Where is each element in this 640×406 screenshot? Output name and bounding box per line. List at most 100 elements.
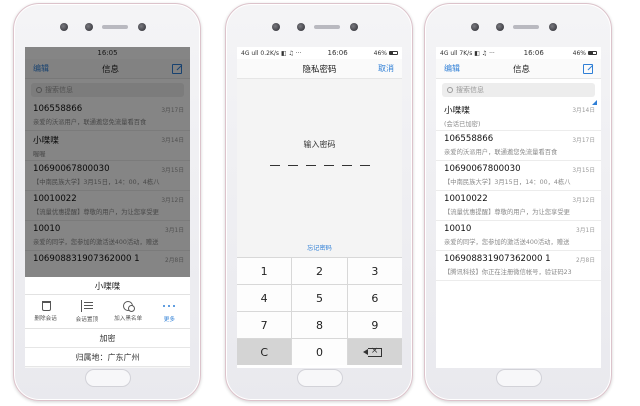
pin-slot (305, 165, 316, 166)
status-network: 4G ull 0.2K/s ◧ ♫ ··· (241, 49, 302, 57)
key-4[interactable]: 4 (237, 285, 292, 311)
action-label: 更多 (163, 317, 175, 323)
message-preview: 【腾讯科技】你正在注册微信帐号，验证码23 (444, 269, 572, 276)
status-battery: 46% (572, 49, 586, 57)
backspace-icon (362, 346, 382, 357)
phone-right: 4G ull 7K/s ◧ ♫ ··· 16:06 46% 编辑 信息 搜索信息… (424, 3, 612, 401)
list-item[interactable]: 10690067800030 【中南民族大学】3月15日，14：00，4栋八 3… (436, 161, 601, 191)
message-date: 3月15日 (572, 168, 595, 174)
blacklist-icon (123, 301, 136, 312)
key-clear[interactable]: C (237, 339, 292, 365)
edit-button[interactable]: 编辑 (444, 63, 460, 74)
screen-messages: 4G ull 7K/s ◧ ♫ ··· 16:06 46% 编辑 信息 搜索信息… (436, 47, 601, 368)
cancel-button[interactable]: 取消 (378, 63, 394, 74)
status-time: 16:06 (523, 49, 544, 57)
message-date: 3月12日 (572, 198, 595, 204)
action-sheet: 小喋喋 删除会话 会话置顶 加入黑名单 更多 加密 归属地：广东广州 (25, 277, 190, 368)
key-8[interactable]: 8 (292, 312, 347, 338)
phone-middle: 4G ull 0.2K/s ◧ ♫ ··· 16:06 46% 隐私密码 取消 … (225, 3, 413, 401)
message-sender: 10010022 (444, 194, 488, 204)
sensor-icon (350, 23, 358, 31)
status-battery: 46% (373, 49, 387, 57)
nav-bar: 隐私密码 取消 (237, 59, 402, 79)
message-list: 小喋喋 (会话已加密) 3月14日 106558866 亲爱的沃派用户，联通邀您… (436, 100, 601, 281)
status-network: 4G ull 7K/s ◧ ♫ ··· (440, 49, 495, 57)
pin-entry-area: 输入密码 忘记密码 (237, 79, 402, 257)
add-blacklist-button[interactable]: 加入黑名单 (108, 301, 148, 322)
pin-prompt: 输入密码 (303, 140, 336, 149)
location-info: 归属地：广东广州 (25, 348, 190, 367)
status-time: 16:06 (327, 49, 348, 57)
pin-slot (287, 165, 298, 166)
list-item[interactable]: 10010022 【流量优惠提醒】尊敬的用户，为让您享受更 3月12日 (436, 191, 601, 221)
sensor-icon (60, 23, 68, 31)
phone-left: 16:05 编辑 信息 搜索信息 106558866 亲爱的沃派用户，联通邀您免… (13, 3, 201, 401)
trash-icon (41, 301, 51, 311)
action-sheet-title: 小喋喋 (25, 277, 190, 295)
key-0[interactable]: 0 (292, 339, 347, 365)
home-button[interactable] (496, 369, 542, 387)
page-title: 隐私密码 (302, 64, 337, 75)
action-label: 加入黑名单 (114, 316, 143, 322)
delete-conversation-button[interactable]: 删除会话 (26, 301, 66, 322)
search-input[interactable]: 搜索信息 (442, 83, 595, 97)
message-preview: 【中南民族大学】3月15日，14：00，4栋八 (444, 179, 571, 186)
pin-slot (269, 165, 280, 166)
key-5[interactable]: 5 (292, 285, 347, 311)
key-1[interactable]: 1 (237, 258, 292, 284)
earpiece (513, 25, 539, 29)
camera-icon (496, 23, 504, 31)
earpiece (314, 25, 340, 29)
list-item[interactable]: 106908831907362000 1 【腾讯科技】你正在注册微信帐号，验证码… (436, 251, 601, 281)
status-bar: 4G ull 0.2K/s ◧ ♫ ··· 16:06 46% (237, 47, 402, 59)
sensor-icon (471, 23, 479, 31)
message-sender: 10010 (444, 224, 472, 234)
message-preview: (会话已加密) (444, 121, 481, 128)
sensor-icon (549, 23, 557, 31)
list-item[interactable]: 10010 亲爱的同学，您参加的激活送400活动，赠送 3月1日 (436, 221, 601, 251)
sensor-icon (272, 23, 280, 31)
forgot-password-link[interactable]: 忘记密码 (237, 243, 402, 252)
camera-icon (297, 23, 305, 31)
status-bar: 4G ull 7K/s ◧ ♫ ··· 16:06 46% (436, 47, 601, 59)
battery-icon (588, 51, 597, 55)
earpiece (102, 25, 128, 29)
message-date: 3月14日 (572, 108, 595, 114)
key-6[interactable]: 6 (347, 285, 402, 311)
status-right: 46% (374, 50, 398, 57)
message-preview: 【流量优惠提醒】尊敬的用户，为让您享受更 (444, 209, 570, 216)
message-preview: 亲爱的同学，您参加的激活送400活动，赠送 (444, 239, 570, 246)
page-title: 信息 (512, 64, 530, 75)
status-right: 46% (573, 50, 597, 57)
key-delete[interactable] (347, 339, 402, 365)
key-9[interactable]: 9 (347, 312, 402, 338)
pin-top-icon (80, 300, 93, 312)
message-sender: 10690067800030 (444, 164, 521, 174)
keypad: 1 2 3 4 5 6 7 8 9 C 0 (237, 257, 402, 365)
screen-privacy-password: 4G ull 0.2K/s ◧ ♫ ··· 16:06 46% 隐私密码 取消 … (237, 47, 402, 368)
more-icon (163, 300, 176, 312)
encrypt-button[interactable]: 加密 (25, 329, 190, 348)
home-button[interactable] (85, 369, 131, 387)
message-preview: 亲爱的沃派用户，联通邀您免流量看百食 (444, 149, 558, 156)
pin-slot (359, 165, 370, 166)
pin-slot (341, 165, 352, 166)
camera-icon (85, 23, 93, 31)
message-sender: 小喋喋 (444, 106, 470, 116)
key-3[interactable]: 3 (347, 258, 402, 284)
key-7[interactable]: 7 (237, 312, 292, 338)
pin-slots (237, 165, 402, 166)
action-sheet-actions: 删除会话 会话置顶 加入黑名单 更多 (25, 295, 190, 329)
key-2[interactable]: 2 (292, 258, 347, 284)
action-label: 会话置顶 (75, 317, 99, 323)
message-date: 3月1日 (576, 228, 595, 234)
home-button[interactable] (297, 369, 343, 387)
list-item[interactable]: 106558866 亲爱的沃派用户，联通邀您免流量看百食 3月17日 (436, 131, 601, 161)
battery-icon (388, 51, 398, 55)
more-button[interactable]: 更多 (149, 300, 189, 323)
sensor-icon (138, 23, 146, 31)
compose-icon[interactable] (582, 63, 593, 74)
pin-conversation-button[interactable]: 会话置顶 (67, 300, 107, 323)
list-item[interactable]: 小喋喋 (会话已加密) 3月14日 (436, 100, 601, 131)
pin-slot (323, 165, 334, 166)
